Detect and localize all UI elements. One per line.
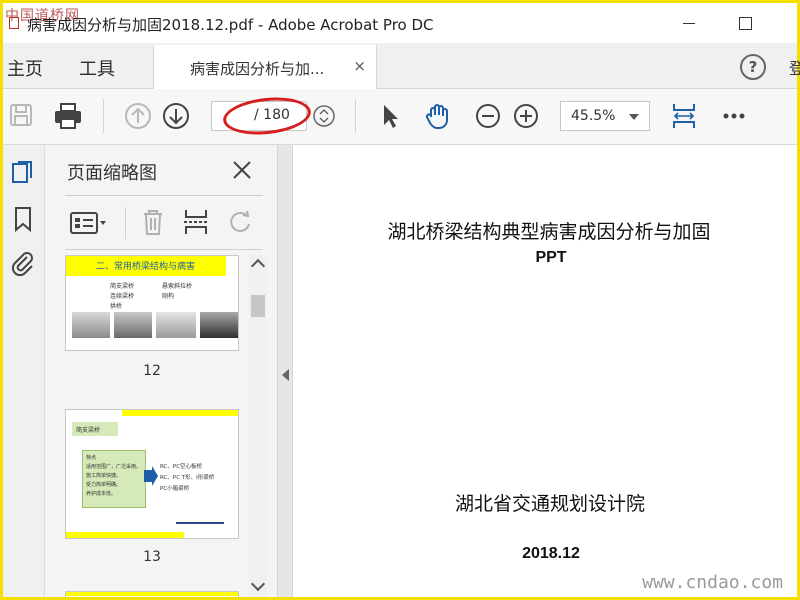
- slide-top-band: [122, 410, 238, 416]
- panel-divider: [65, 249, 263, 250]
- tab-tools[interactable]: 工具: [79, 55, 115, 81]
- tab-bar: 主页 工具 病害成因分析与加... × ? 登: [3, 43, 800, 89]
- zoom-value: 45.5%: [571, 108, 616, 124]
- toolbar-divider: [355, 99, 356, 133]
- chevron-down-icon: [629, 114, 639, 120]
- more-options-icon[interactable]: [719, 101, 749, 131]
- maximize-button[interactable]: [733, 11, 757, 35]
- scroll-up-icon[interactable]: [250, 258, 266, 274]
- save-icon[interactable]: [7, 101, 37, 131]
- navigation-rail: [3, 145, 45, 597]
- window-title: 病害成因分析与加固2018.12.pdf - Adobe Acrobat Pro…: [27, 16, 434, 34]
- slide-heading: 简支梁桥: [76, 427, 101, 434]
- tab-home[interactable]: 主页: [7, 55, 43, 81]
- slide-beam-figure: [176, 522, 224, 524]
- slide-heading: 二、常用桥梁结构与病害: [96, 262, 196, 272]
- scroll-down-icon[interactable]: [250, 576, 266, 592]
- arrow-right-icon: [144, 466, 158, 486]
- zoom-in-icon[interactable]: [511, 101, 541, 131]
- document-subtitle: PPT: [535, 249, 567, 266]
- thumbnail-page-number: 12: [143, 363, 161, 379]
- panel-splitter[interactable]: [277, 145, 293, 597]
- thumbnail-page-number: 13: [143, 549, 161, 565]
- site-url-watermark: www.cndao.com: [642, 572, 783, 593]
- next-page-icon[interactable]: [161, 101, 191, 131]
- page-stepper-icon[interactable]: [309, 101, 339, 131]
- close-tab-icon[interactable]: ×: [353, 57, 366, 75]
- document-title: 湖北桥梁结构典型病害成因分析与加固: [387, 221, 711, 243]
- document-tab-label: 病害成因分析与加...: [190, 60, 325, 78]
- thumbnail-scrollbar[interactable]: [249, 255, 267, 597]
- slide-bottom-band: [66, 532, 184, 538]
- page-thumbnails-icon[interactable]: [9, 159, 37, 187]
- thumbnail-panel: 页面缩略图 二、常用桥梁结构与病害 简支梁桥 连续梁桥 拱桥 悬索斜拉桥 刚构 …: [45, 145, 277, 597]
- panel-title: 页面缩略图: [67, 163, 157, 184]
- panel-toolbar: [65, 203, 265, 243]
- fit-page-icon[interactable]: [669, 101, 699, 131]
- toolbar-divider: [103, 99, 104, 133]
- thumbnail-options-icon[interactable]: [69, 209, 109, 237]
- select-cursor-icon[interactable]: [375, 101, 405, 131]
- thumbnail-page-13[interactable]: 简支梁桥 特点 适用范围广，广泛采用。 施工简单快捷。 受力简单明确。 养护成本…: [65, 409, 239, 539]
- bridge-photo: [156, 312, 196, 338]
- toolbar-divider: [125, 207, 126, 239]
- document-page[interactable]: 湖北桥梁结构典型病害成因分析与加固 PPT 湖北省交通规划设计院 2018.12…: [293, 145, 797, 597]
- sign-in-button[interactable]: 登: [789, 55, 800, 79]
- slide-feature-text: 特点 适用范围广，广泛采用。 施工简单快捷。 受力简单明确。 养护成本低。: [86, 455, 142, 497]
- delete-page-icon[interactable]: [139, 207, 167, 237]
- slide-bullets-left: 简支梁桥 连续梁桥 拱桥: [110, 283, 135, 310]
- insert-page-icon[interactable]: [181, 207, 211, 237]
- attachment-icon[interactable]: [9, 249, 37, 277]
- tab-document[interactable]: 病害成因分析与加... ×: [153, 45, 377, 89]
- bridge-photo: [72, 312, 110, 338]
- bookmark-icon[interactable]: [9, 205, 37, 233]
- slide-bullets: RC、PC空心板桥 RC、PC T形、I形梁桥 PC小箱梁桥: [160, 464, 215, 492]
- title-bar: 中国道桥网 病害成因分析与加固2018.12.pdf - Adobe Acrob…: [3, 3, 797, 43]
- close-icon[interactable]: [231, 159, 253, 181]
- bridge-photo: [114, 312, 152, 338]
- document-organization: 湖北省交通规划设计院: [454, 493, 645, 515]
- zoom-level-dropdown[interactable]: 45.5%: [560, 101, 650, 131]
- hand-tool-icon[interactable]: [423, 101, 453, 131]
- thumbnail-page-12[interactable]: 二、常用桥梁结构与病害 简支梁桥 连续梁桥 拱桥 悬索斜拉桥 刚构: [65, 255, 239, 351]
- rotate-page-icon[interactable]: [225, 207, 255, 237]
- thumbnail-page-14[interactable]: [65, 591, 239, 597]
- print-icon[interactable]: [53, 101, 83, 131]
- help-icon[interactable]: ?: [740, 54, 766, 80]
- panel-divider: [65, 195, 263, 196]
- slide-top-band: [66, 592, 238, 596]
- document-date: 2018.12: [522, 545, 580, 562]
- minimize-button[interactable]: [677, 11, 701, 35]
- collapse-panel-icon[interactable]: [282, 369, 289, 381]
- scrollbar-thumb[interactable]: [251, 295, 265, 317]
- bridge-photo: [200, 312, 238, 338]
- thumbnail-list: 二、常用桥梁结构与病害 简支梁桥 连续梁桥 拱桥 悬索斜拉桥 刚构 12 简支梁…: [45, 255, 277, 597]
- previous-page-icon[interactable]: [123, 101, 153, 131]
- zoom-out-icon[interactable]: [473, 101, 503, 131]
- slide-bullets-right: 悬索斜拉桥 刚构: [162, 283, 193, 300]
- main-toolbar: / 180 45.5%: [3, 89, 797, 145]
